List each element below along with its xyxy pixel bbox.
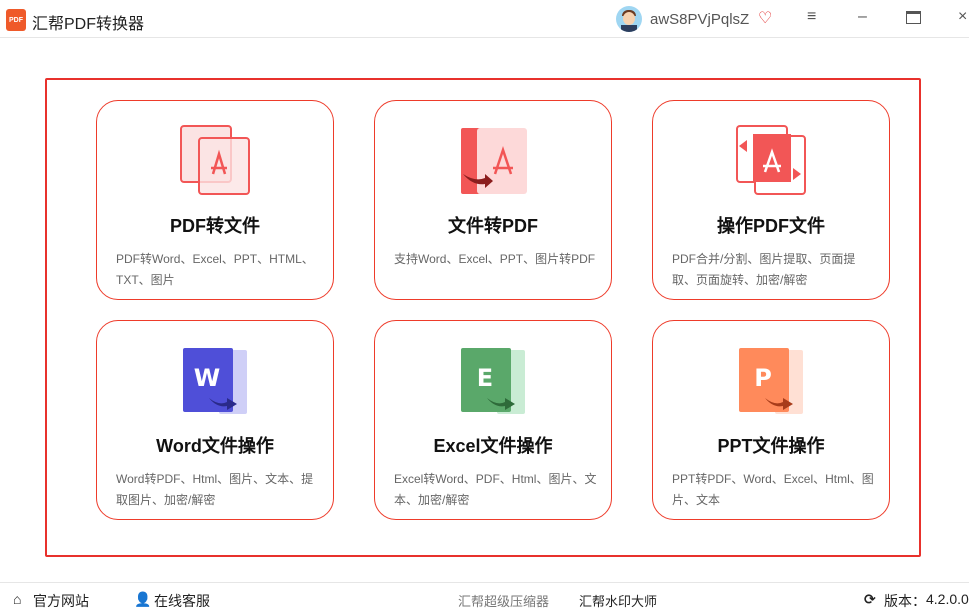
compressor-link[interactable]: 汇帮超级压缩器 xyxy=(458,591,549,610)
card-pdf-to-file[interactable]: PDF转文件 PDF转Word、Excel、PPT、HTML、TXT、图片 xyxy=(96,100,334,300)
card-desc: PDF合并/分割、图片提取、页面提取、页面旋转、加密/解密 xyxy=(672,252,856,287)
title-bar: PDF 汇帮PDF转换器 awS8PVjPqlsZ ♡ ≡ – × xyxy=(0,0,969,38)
card-desc: PDF转Word、Excel、PPT、HTML、TXT、图片 xyxy=(116,252,314,287)
card-title: 文件转PDF xyxy=(448,216,538,236)
vip-icon[interactable]: ♡ xyxy=(758,8,772,28)
card-desc: Word转PDF、Html、图片、文本、提取图片、加密/解密 xyxy=(116,472,314,507)
avatar[interactable] xyxy=(616,6,642,32)
card-title: 操作PDF文件 xyxy=(717,216,825,236)
card-title: PPT文件操作 xyxy=(717,436,825,456)
pdf-to-file-icon xyxy=(180,125,250,195)
svg-text:E: E xyxy=(477,364,493,392)
card-desc: Excel转Word、PDF、Html、图片、文本、加密/解密 xyxy=(394,472,597,507)
close-icon[interactable]: × xyxy=(958,8,967,26)
menu-icon[interactable]: ≡ xyxy=(807,8,816,26)
word-icon: W xyxy=(183,348,247,414)
home-icon: ⌂ xyxy=(13,591,22,607)
card-excel[interactable]: E Excel文件操作 Excel转Word、PDF、Html、图片、文本、加密… xyxy=(374,320,612,520)
svg-text:P: P xyxy=(754,364,772,392)
ppt-icon: P xyxy=(739,348,803,414)
card-desc: 支持Word、Excel、PPT、图片转PDF xyxy=(394,252,596,266)
card-ppt[interactable]: P PPT文件操作 PPT转PDF、Word、Excel、Html、图片、文本 xyxy=(652,320,890,520)
footer: ⌂ 官方网站 👤 在线客服 汇帮超级压缩器 汇帮水印大师 ⟳ 版本： 4.2.0… xyxy=(0,582,969,611)
version-label: 版本： xyxy=(884,593,926,609)
minimize-icon[interactable]: – xyxy=(858,8,867,26)
card-title: PDF转文件 xyxy=(170,216,260,236)
service-link[interactable]: 在线客服 xyxy=(154,591,210,611)
card-title: Word文件操作 xyxy=(156,436,274,456)
maximize-icon[interactable] xyxy=(906,11,921,24)
card-word[interactable]: W Word文件操作 Word转PDF、Html、图片、文本、提取图片、加密/解… xyxy=(96,320,334,520)
file-to-pdf-icon xyxy=(461,128,527,194)
app-title: 汇帮PDF转换器 xyxy=(32,16,145,33)
card-pdf-operate[interactable]: 操作PDF文件 PDF合并/分割、图片提取、页面提取、页面旋转、加密/解密 xyxy=(652,100,890,300)
card-desc: PPT转PDF、Word、Excel、Html、图片、文本 xyxy=(672,472,874,507)
card-file-to-pdf[interactable]: 文件转PDF 支持Word、Excel、PPT、图片转PDF xyxy=(374,100,612,300)
watermark-link[interactable]: 汇帮水印大师 xyxy=(579,591,657,610)
refresh-icon[interactable]: ⟳ xyxy=(864,591,876,608)
excel-icon: E xyxy=(461,348,525,414)
pdf-operate-icon xyxy=(736,125,806,195)
card-title: Excel文件操作 xyxy=(433,436,553,456)
service-icon: 👤 xyxy=(134,591,152,607)
version-value: 4.2.0.0 xyxy=(926,591,969,607)
website-link[interactable]: 官方网站 xyxy=(33,591,89,611)
svg-text:W: W xyxy=(194,364,220,392)
app-logo-icon: PDF xyxy=(6,9,26,31)
username[interactable]: awS8PVjPqlsZ xyxy=(650,11,749,28)
